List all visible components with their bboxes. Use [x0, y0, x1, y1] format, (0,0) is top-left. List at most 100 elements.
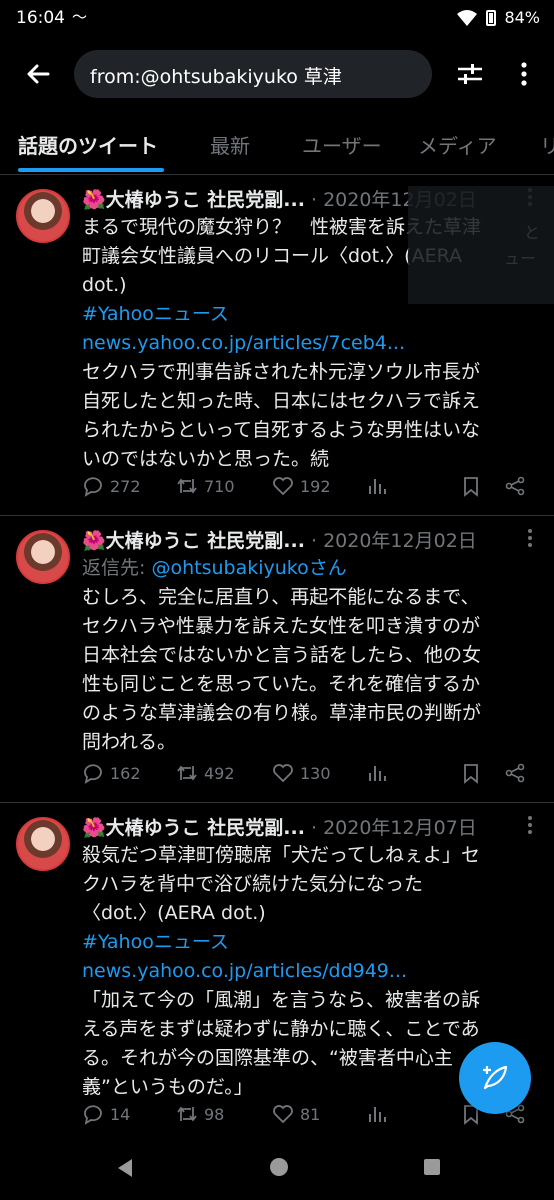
compose-tweet-button[interactable] — [459, 1042, 531, 1114]
system-nav-bar — [0, 1140, 554, 1200]
tab-latest[interactable]: 最新 — [210, 130, 250, 159]
heart-icon — [273, 1105, 293, 1124]
separator: · — [304, 530, 324, 552]
reply-prefix: 返信先: — [82, 557, 152, 579]
like-count: 81 — [300, 1104, 321, 1124]
text-line: 自死したと知った時、日本にはセクハラで訴え — [82, 390, 481, 412]
status-time: 16:04 — [16, 8, 65, 28]
text-line: 殺気だつ草津町傍聴席「犬だってしねぇよ」セ — [82, 844, 481, 866]
battery-icon — [486, 9, 497, 26]
tweet-more-icon[interactable] — [526, 815, 534, 835]
bookmark-button[interactable] — [460, 762, 482, 784]
author-name[interactable]: 大椿ゆうこ 社民党副... — [106, 817, 305, 839]
overlay-text: と ュー — [464, 220, 540, 272]
reply-icon — [84, 1105, 102, 1125]
text-line: セクハラで刑事告訴された朴元淳ソウル市長が — [82, 361, 481, 383]
more-options-icon[interactable] — [514, 58, 534, 90]
search-header: from:@ohtsubakiyuko 草津 — [0, 44, 554, 108]
hashtag-link[interactable]: #Yahooニュース — [82, 928, 530, 957]
back-arrow-icon[interactable] — [22, 58, 54, 90]
nav-back-icon[interactable] — [116, 1158, 134, 1178]
tweet-more-icon[interactable] — [526, 528, 534, 548]
reply-icon — [84, 764, 102, 784]
ghost-overlay: と ュー — [408, 186, 554, 304]
avatar[interactable] — [16, 189, 70, 243]
retweet-count: 98 — [204, 1104, 225, 1124]
reply-to-link[interactable]: @ohtsubakiyukoさん — [151, 557, 346, 579]
tweet-2[interactable]: 🌺大椿ゆうこ 社民党副... · 2020年12月02日 返信先: @ohtsu… — [0, 516, 554, 803]
share-button[interactable] — [504, 762, 526, 784]
text-line: セクハラや性暴力を訴えた女性を叩き潰すのが — [82, 615, 481, 637]
like-button[interactable]: 130 — [272, 762, 331, 784]
tab-people[interactable]: ユーザー — [302, 130, 382, 159]
nav-home-icon[interactable] — [270, 1158, 288, 1176]
tweet-actions: 14 98 81 — [82, 1103, 532, 1133]
battery-level: 84% — [504, 8, 540, 27]
status-icons: 84% — [456, 8, 540, 27]
heart-icon — [273, 764, 293, 783]
avatar[interactable] — [16, 817, 70, 871]
tab-media[interactable]: メディア — [418, 130, 497, 159]
text-line: 日本社会ではないかと言う話をしたら、他の女 — [82, 644, 482, 666]
compose-feather-icon — [483, 1065, 508, 1090]
text-line: むしろ、完全に居直り、再起不能になるまで、 — [82, 586, 480, 608]
text-line: える声をまずは疑わずに静かに聴く、ことであ — [82, 1018, 480, 1040]
bookmark-button[interactable] — [460, 475, 482, 497]
retweet-icon — [177, 1106, 197, 1122]
url-link[interactable]: news.yahoo.co.jp/articles/7ceb4... — [82, 329, 530, 358]
nav-recents-icon[interactable] — [424, 1159, 440, 1175]
text-line: 性も同じことを思っていた。それを確信するか — [82, 673, 481, 695]
retweet-icon — [177, 765, 197, 781]
search-input[interactable]: from:@ohtsubakiyuko 草津 — [74, 50, 432, 98]
reply-icon — [84, 477, 102, 497]
reply-context: 返信先: @ohtsubakiyukoさん — [82, 554, 530, 583]
active-tab-indicator — [18, 168, 164, 172]
analytics-icon — [369, 479, 386, 494]
author-name[interactable]: 大椿ゆうこ 社民党副... — [106, 530, 305, 552]
url-link[interactable]: news.yahoo.co.jp/articles/dd949... — [82, 957, 530, 986]
analytics-button[interactable] — [366, 475, 388, 497]
text-line: のような草津議会の有り様。草津市民の判断が — [82, 702, 482, 724]
status-bar: 16:04 〜 84% — [0, 0, 554, 40]
hibiscus-icon: 🌺 — [82, 530, 106, 552]
retweet-count: 492 — [204, 763, 235, 783]
reply-button[interactable]: 14 — [82, 1103, 130, 1125]
tweet-text: 返信先: @ohtsubakiyukoさん むしろ、完全に居直り、再起不能になる… — [82, 554, 530, 757]
text-line: 問われる。 — [82, 731, 177, 753]
retweet-button[interactable]: 710 — [176, 475, 235, 497]
retweet-button[interactable]: 492 — [176, 762, 235, 784]
separator: · — [304, 817, 324, 839]
like-button[interactable]: 192 — [272, 475, 331, 497]
reply-count: 14 — [110, 1104, 131, 1124]
analytics-icon — [369, 766, 386, 781]
like-count: 130 — [300, 763, 331, 783]
tab-lists[interactable]: リ — [540, 130, 554, 159]
text-line: られたからといって自死するような男性はいな — [82, 419, 481, 441]
like-button[interactable]: 81 — [272, 1103, 320, 1125]
text-line: 〈dot.〉(AERA dot.) — [82, 902, 266, 924]
analytics-button[interactable] — [366, 762, 388, 784]
tab-top[interactable]: 話題のツイート — [18, 130, 158, 159]
share-icon — [505, 763, 525, 783]
tweet-actions: 162 492 130 — [82, 762, 532, 792]
filter-icon[interactable] — [455, 58, 485, 90]
bookmark-icon — [464, 764, 478, 784]
retweet-button[interactable]: 98 — [176, 1103, 224, 1125]
hashtag-link[interactable]: #Yahooニュース — [82, 300, 530, 329]
separator: · — [304, 189, 324, 211]
text-line: 「加えて今の「風潮」を言うなら、被害者の訴 — [82, 989, 481, 1011]
retweet-icon — [177, 478, 197, 494]
tweet-header: 🌺大椿ゆうこ 社民党副... · 2020年12月02日 — [82, 526, 477, 553]
author-name[interactable]: 大椿ゆうこ 社民党副... — [106, 189, 305, 211]
share-button[interactable] — [504, 475, 526, 497]
tweet-date[interactable]: 2020年12月07日 — [323, 817, 477, 839]
tweet-date[interactable]: 2020年12月02日 — [323, 530, 477, 552]
analytics-button[interactable] — [366, 1103, 388, 1125]
avatar[interactable] — [16, 530, 70, 584]
reply-button[interactable]: 272 — [82, 475, 141, 497]
search-tabs: 話題のツイート 最新 ユーザー メディア リ — [0, 112, 554, 175]
reply-button[interactable]: 162 — [82, 762, 141, 784]
tweet-actions: 272 710 192 — [82, 475, 532, 505]
like-count: 192 — [300, 476, 331, 496]
overlay-line: ュー — [504, 249, 537, 268]
